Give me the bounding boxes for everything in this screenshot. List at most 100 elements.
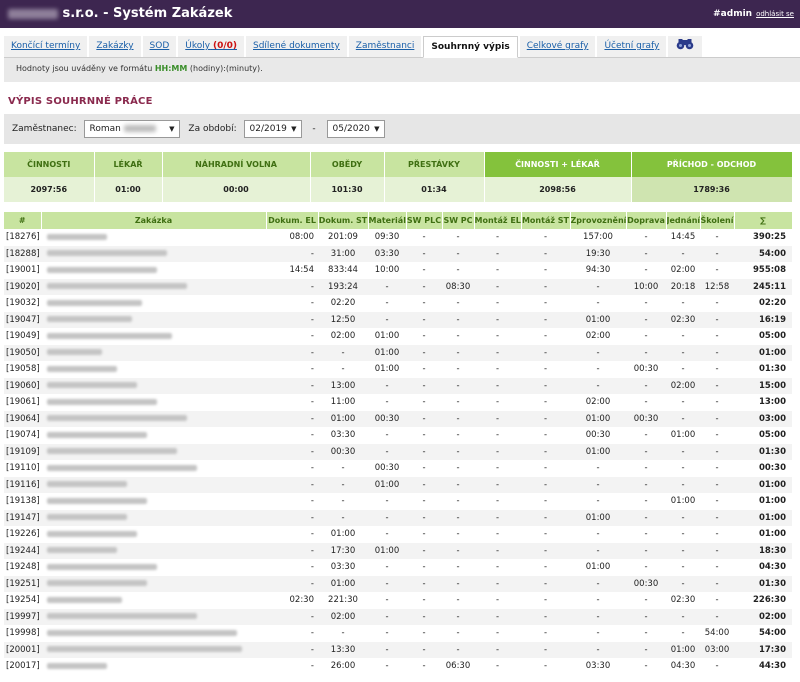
table-row[interactable]: [19060] -13:00- - - - - - -02:00-15:00	[4, 377, 792, 395]
order-id: [19064]	[4, 410, 41, 428]
table-row[interactable]: [19244] -17:30 01:00- - - - - - - -18:30	[4, 542, 792, 560]
tab-souhrnny-vypis[interactable]: Souhrnný výpis	[423, 36, 518, 58]
table-row[interactable]: [19997] -02:00- - - - - - - - -02:00	[4, 608, 792, 626]
order-name-redacted[interactable]	[41, 410, 266, 428]
time-cell: -	[474, 493, 521, 510]
table-row[interactable]: [19061] -11:00- - - - -02:00- - -13:00	[4, 394, 792, 411]
order-name-redacted[interactable]	[41, 526, 266, 543]
order-name-redacted[interactable]	[41, 278, 266, 296]
table-row[interactable]: [19050] - -01:00- - - - - - - -01:00	[4, 344, 792, 362]
time-cell: -	[474, 658, 521, 675]
time-cell: -	[626, 344, 666, 362]
table-row[interactable]: [19138] - - - - - - - - -01:00-01:00	[4, 493, 792, 510]
time-cell: -	[521, 575, 570, 593]
detail-table: # Zakázka Dokum. EL Dokum. ST Materiál SW PLC…	[4, 212, 793, 675]
time-cell: -	[570, 592, 626, 609]
order-name-redacted[interactable]	[41, 394, 266, 411]
order-name-redacted[interactable]	[41, 245, 266, 263]
table-row[interactable]: [20001] -13:30- - - - - - -01:00 03:00 17:30	[4, 641, 792, 659]
time-cell: -	[406, 427, 442, 444]
time-cell: -	[666, 575, 700, 593]
column-header: SW PLC	[406, 212, 443, 229]
table-row[interactable]: [19116] - -01:00- - - - - - - -01:00	[4, 476, 792, 494]
tab-sod[interactable]: SOD	[142, 36, 177, 57]
order-name-redacted[interactable]	[41, 377, 266, 395]
binoculars-icon[interactable]	[668, 36, 703, 57]
time-cell: -	[406, 328, 442, 345]
tab-terminy[interactable]: Končící termíny	[4, 36, 88, 57]
table-row[interactable]: [19248] -03:30- - - - -01:00- - -04:30	[4, 559, 792, 576]
table-row[interactable]: [19049] -02:00 01:00- - - -02:00- - -05:00	[4, 328, 792, 345]
order-name-redacted[interactable]	[41, 344, 266, 362]
order-name-redacted[interactable]	[41, 592, 266, 609]
table-row[interactable]: [19147] - - - - - - -01:00- - -01:00	[4, 509, 792, 527]
table-row[interactable]: [18276] 08:00 201:09 09:30- - - -157:00-14:45-…	[4, 229, 792, 246]
table-row[interactable]: [19254] 02:30 221:30- - - - - - -02:30-226:30	[4, 592, 792, 609]
column-header: #	[4, 212, 42, 229]
time-cell: 02:00	[570, 328, 626, 345]
order-name-redacted[interactable]	[41, 476, 266, 494]
order-name-redacted[interactable]	[41, 509, 266, 527]
time-cell: -	[626, 377, 666, 395]
time-cell: 00:30	[368, 410, 406, 428]
column-header: Jednání	[666, 212, 701, 229]
time-cell: -	[570, 575, 626, 593]
row-total: 15:00	[734, 377, 792, 395]
order-name-redacted[interactable]	[41, 658, 266, 675]
order-name-redacted[interactable]	[41, 361, 266, 378]
table-row[interactable]: [19058] - -01:00- - - - -00:30- -01:30	[4, 361, 792, 378]
order-name-redacted[interactable]	[41, 625, 266, 642]
period-from-select[interactable]: 02/2019 ▼	[243, 120, 302, 138]
order-name-redacted[interactable]	[41, 493, 266, 510]
order-name-redacted[interactable]	[41, 295, 266, 312]
column-header: Školení	[700, 212, 735, 229]
order-name-redacted[interactable]	[41, 641, 266, 659]
table-row[interactable]: [19226] -01:00- - - - - - - - -01:00	[4, 526, 792, 543]
tab-dokumenty[interactable]: Sdílené dokumenty	[246, 36, 347, 57]
time-cell: -	[442, 476, 474, 494]
time-cell: -	[368, 641, 406, 659]
summary-table: ČINNOSTI LÉKAŘ NÁHRADNÍ VOLNA OBĚDY PŘES…	[4, 152, 793, 202]
table-row[interactable]: [19998] - - - - - - - - - -54:00 54:00	[4, 625, 792, 642]
tab-zakazky[interactable]: Zakázky	[89, 36, 141, 57]
tab-ukoly[interactable]: Úkoly (0/0)	[178, 36, 244, 57]
period-to-select[interactable]: 05/2020 ▼	[326, 120, 385, 138]
order-name-redacted[interactable]	[41, 542, 266, 560]
table-row[interactable]: [19064] -01:00 00:30- - - -01:00 00:30- -03:00	[4, 410, 792, 428]
order-name-redacted[interactable]	[41, 311, 266, 329]
table-row[interactable]: [19032] -02:20- - - - - - - - -02:20	[4, 295, 792, 312]
time-cell: 00:30	[368, 460, 406, 477]
employee-select[interactable]: Roman ▼	[83, 120, 180, 138]
tab-zamestnanci[interactable]: Zaměstnanci	[348, 36, 422, 57]
logout-link[interactable]: odhlásit se	[756, 10, 794, 18]
order-name-redacted[interactable]	[41, 460, 266, 477]
time-cell: -	[521, 592, 570, 609]
order-name-redacted[interactable]	[41, 328, 266, 345]
table-row[interactable]: [19074] -03:30- - - - -00:30-01:00-05:00	[4, 427, 792, 444]
time-cell: 09:30	[368, 229, 406, 246]
table-row[interactable]: [19001] 14:54 833:44 10:00- - - -94:30-02:00-9…	[4, 262, 792, 279]
table-row[interactable]: [18288] -31:00 03:30- - - -19:30- - -54:00	[4, 245, 792, 263]
order-id: [19147]	[4, 509, 41, 527]
time-cell: -	[521, 377, 570, 395]
time-cell: -	[406, 476, 442, 494]
tab-ucetni-grafy[interactable]: Účetní grafy	[597, 36, 667, 57]
table-row[interactable]: [19251] -01:00- - - - - -00:30- -01:30	[4, 575, 792, 593]
table-row[interactable]: [19047] -12:50- - - - -01:00-02:30-16:19	[4, 311, 792, 329]
order-name-redacted[interactable]	[41, 608, 266, 626]
order-name-redacted[interactable]	[41, 443, 266, 461]
order-name-redacted[interactable]	[41, 229, 266, 246]
time-cell: 833:44	[318, 262, 368, 279]
table-row[interactable]: [19020] -193:24- -08:30- - -10:00 20:18 12:58 2…	[4, 278, 792, 296]
tab-celkove-grafy[interactable]: Celkové grafy	[519, 36, 596, 57]
order-name-redacted[interactable]	[41, 575, 266, 593]
order-name-redacted[interactable]	[41, 427, 266, 444]
order-name-redacted[interactable]	[41, 262, 266, 279]
order-name-redacted[interactable]	[41, 559, 266, 576]
table-row[interactable]: [20017] -26:00- -06:30- -03:30-04:30-44:30	[4, 658, 792, 675]
time-cell: 02:30	[666, 592, 700, 609]
table-row[interactable]: [19110] - -00:30- - - - - - - -00:30	[4, 460, 792, 477]
time-cell: -	[474, 460, 521, 477]
table-row[interactable]: [19109] -00:30- - - - -01:00- - -01:30	[4, 443, 792, 461]
time-cell: -	[700, 295, 734, 312]
